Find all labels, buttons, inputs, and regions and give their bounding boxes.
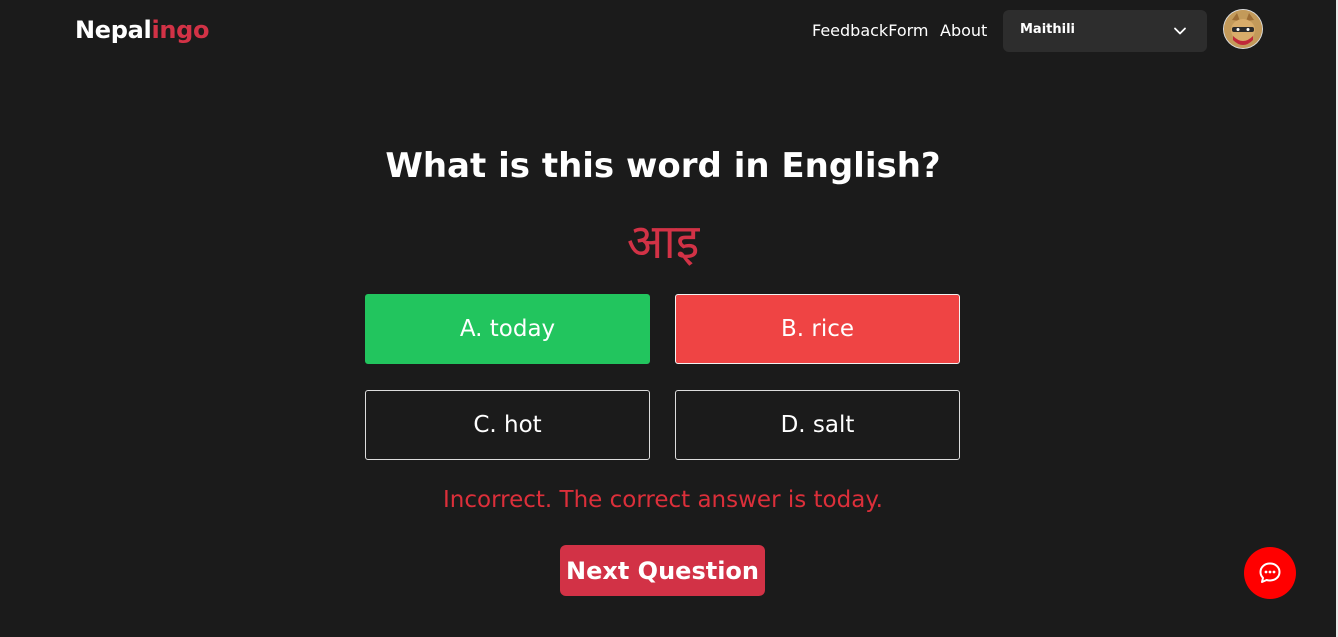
language-select-value: Maithili — [1020, 22, 1076, 37]
chevron-down-icon — [1174, 27, 1186, 35]
quiz-page: Nepalingo FeedbackForm About Maithili Wh… — [0, 0, 1338, 637]
question-prompt: What is this word in English? — [385, 146, 941, 186]
answer-feedback: Incorrect. The correct answer is today. — [443, 487, 883, 513]
chat-button[interactable] — [1244, 547, 1296, 599]
quiz-word: आइ — [626, 214, 700, 270]
option-c-button[interactable]: C. hot — [365, 390, 650, 460]
option-a-button[interactable]: A. today — [365, 294, 650, 364]
user-avatar[interactable] — [1224, 10, 1262, 48]
next-question-button[interactable]: Next Question — [560, 545, 765, 596]
avatar-image — [1224, 10, 1262, 48]
logo-text-second: ingo — [151, 16, 210, 44]
nav-feedback-form[interactable]: FeedbackForm — [812, 21, 929, 40]
chat-bubble-icon — [1259, 562, 1281, 583]
option-d-button[interactable]: D. salt — [675, 390, 960, 460]
app-logo[interactable]: Nepalingo — [75, 16, 210, 44]
option-b-button[interactable]: B. rice — [675, 294, 960, 364]
language-select[interactable]: Maithili — [1003, 10, 1207, 52]
logo-text-first: Nepal — [75, 16, 152, 44]
nav-about[interactable]: About — [940, 21, 987, 40]
